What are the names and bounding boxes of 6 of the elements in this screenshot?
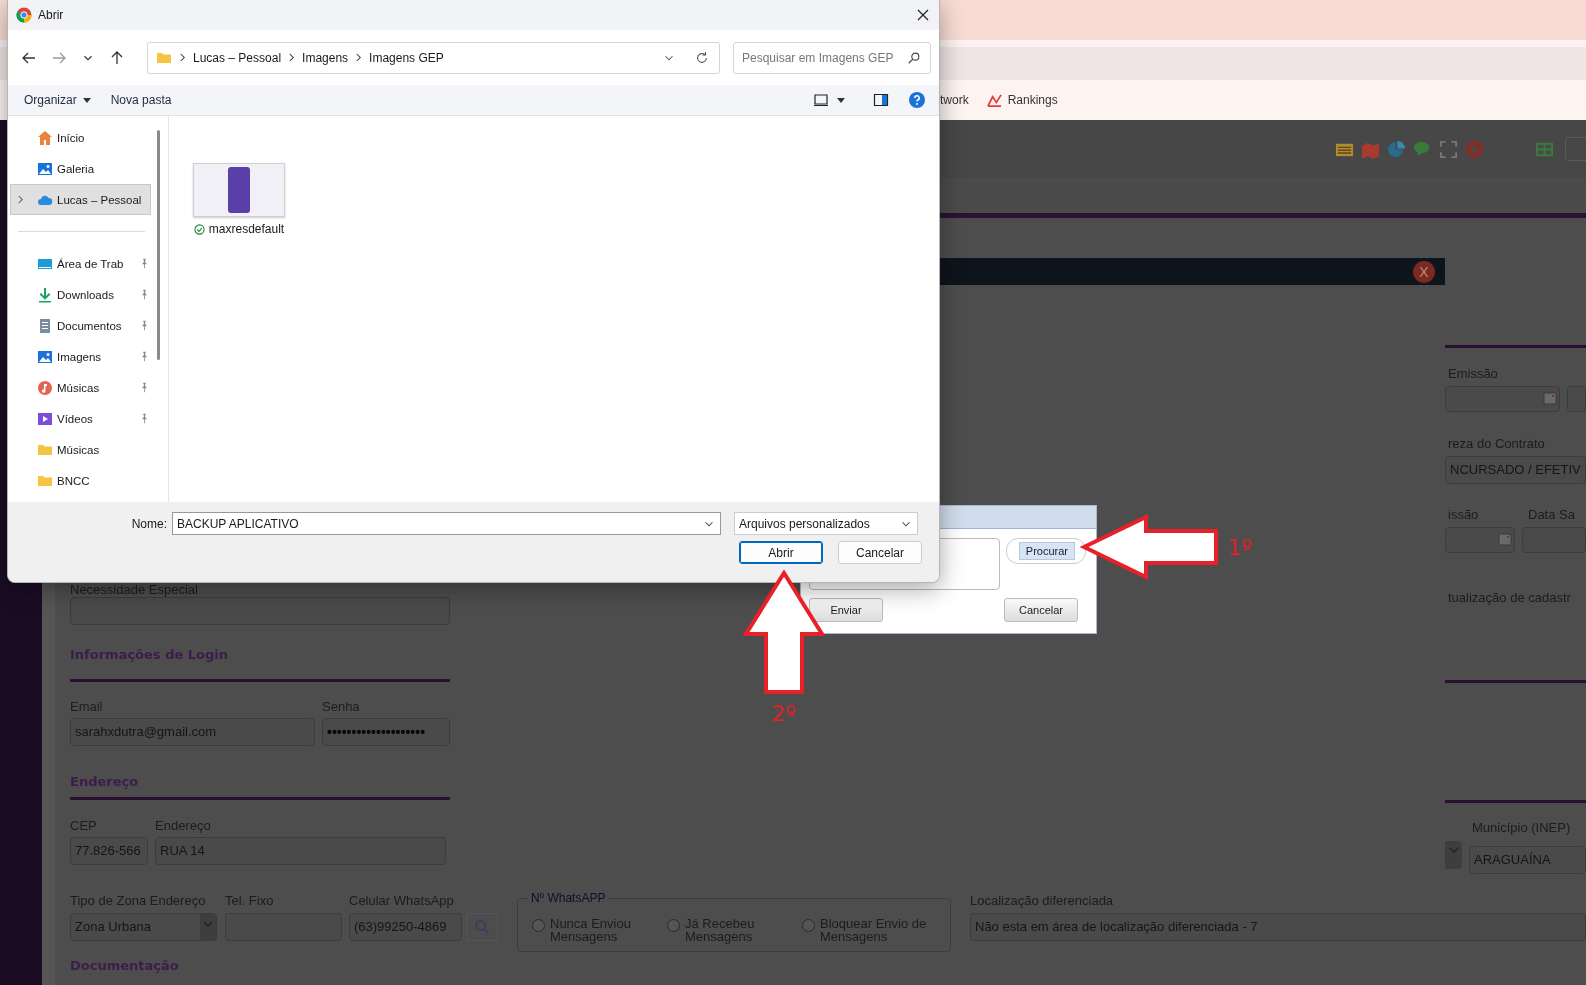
fieldset-legend: Nº WhatsAPP [528,891,609,905]
file-name: maxresdefault [208,222,285,236]
annotation-label: 2º [772,702,797,726]
field-label: Nome: [130,516,168,531]
dialog-title: Abrir [38,8,65,22]
annotation-label: 1º [1228,536,1253,560]
